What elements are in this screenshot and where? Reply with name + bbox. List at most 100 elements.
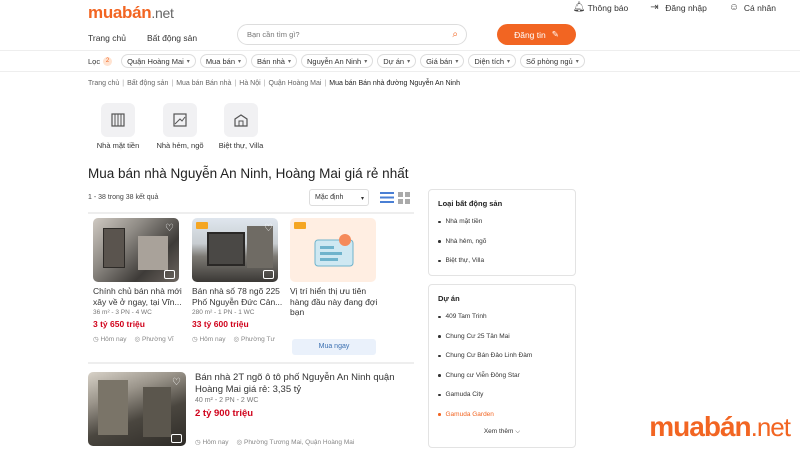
sort-select[interactable]: Mặc định ▾ [309,189,369,206]
listing-title: Chính chủ bán nhà mới xây về ở ngay, tại… [93,286,182,307]
filter-count-badge: 2 [103,56,113,66]
chevron-down-icon: ▾ [238,58,242,65]
clock-icon: ◷ Hôm nay [93,336,127,343]
filter-toggle[interactable]: Lọc 2 [88,54,118,68]
chevron-down-icon: ▾ [407,58,411,65]
sidebar-link[interactable]: 409 Tam Trinh [438,307,575,327]
breadcrumb-item[interactable]: Trang chủ [88,80,119,87]
sidebar-link[interactable]: Chung Cư 25 Tân Mai [438,327,575,347]
listing-card[interactable]: ♡ Bán nhà số 78 ngõ 225 Phố Nguyễn Đức C… [192,218,284,358]
heart-icon[interactable]: ♡ [172,377,181,388]
vip-tag-icon [196,222,208,229]
nav-home[interactable]: Trang chủ [88,33,126,43]
villa-icon [224,103,258,137]
clock-icon: ◷ Hôm nay [192,336,226,343]
chip-street[interactable]: Nguyễn An Ninh ▾ [300,54,374,68]
login-icon: ⇥ [650,2,659,13]
category-label: Nhà mặt tiền [96,141,140,150]
clock-icon: ◷ Hôm nay [195,439,229,446]
search-input[interactable] [247,30,437,39]
chevron-down-icon: ▾ [364,58,368,65]
listing-meta: 280 m² - 1 PN - 1 WC [192,309,255,316]
alley-icon [163,103,197,137]
chevron-down-icon: ▾ [575,58,579,65]
breadcrumb-item[interactable]: Hà Nội [239,80,260,87]
sidebar-link[interactable]: Nhà hẻm, ngõ [438,232,575,252]
show-more-link[interactable]: Xem thêm ⌵ [429,428,575,436]
edit-icon: ✎ [551,29,559,39]
listing-meta: 36 m² - 3 PN - 4 WC [93,309,152,316]
listing-date: Hôm nay [199,336,226,343]
breadcrumb-item[interactable]: Bất động sản [127,80,168,87]
chip-area[interactable]: Diện tích ▾ [468,54,517,68]
chip-price[interactable]: Giá bán ▾ [420,54,465,68]
heart-icon[interactable]: ♡ [264,223,273,234]
site-logo[interactable]: muabán.net [88,3,174,23]
listing-price: 3 tỷ 650 triệu [93,319,145,329]
divider [88,212,414,214]
filter-chips: Lọc 2 Quận Hoàng Mai ▾ Mua bán ▾ Bán nhà ▾ N… [88,54,585,68]
sidebar-link[interactable]: Gamuda City [438,385,575,405]
chip-transaction[interactable]: Mua bán ▾ [199,54,248,68]
login-link[interactable]: ⇥ Đăng nhập [650,2,707,14]
listing-photo: ♡ [93,218,179,282]
category-street-front[interactable]: Nhà mặt tiền [93,103,143,150]
breadcrumb-current: Mua bán Bán nhà đường Nguyễn An Ninh [329,80,460,87]
search-box: ⌕ [237,24,467,45]
pin-icon: ◎ Phường Tương Mai, Quận Hoàng Mai [236,439,355,446]
ad-screen-icon [314,234,354,267]
notifications-link[interactable]: 🔔︎ Thông báo [572,2,629,14]
promo-card: Vị trí hiển thị ưu tiên hàng đầu này đan… [290,218,382,358]
account-link[interactable]: ☺ Cá nhân [728,2,776,14]
sidebar-link-active[interactable]: Gamuda Garden [438,405,575,425]
chip-district[interactable]: Quận Hoàng Mai ▾ [121,54,196,68]
listing-title: Bán nhà số 78 ngõ 225 Phố Nguyễn Đức Cản… [192,286,283,307]
category-alley-house[interactable]: Nhà hẻm, ngõ [155,103,205,150]
pin-icon: ◎ Phường Vĩ [134,336,174,343]
promo-illustration [290,218,376,282]
pin-icon: ◎ Phường Tư [233,336,275,343]
bell-icon: 🔔︎ [572,2,586,13]
listing-title[interactable]: Bán nhà 2T ngõ ô tô phố Nguyễn An Ninh q… [195,372,395,396]
listing-date: Hôm nay [202,439,229,446]
grid-view-icon[interactable] [398,192,410,204]
promo-text: Vị trí hiển thị ưu tiên hàng đầu này đan… [290,286,378,317]
listing-location: Phường Tư [240,336,275,343]
chevron-down-icon: ▾ [360,196,364,202]
buy-now-button[interactable]: Mua ngay [292,339,376,355]
post-ad-button[interactable]: Đăng tin ✎ [497,24,576,45]
sidebar-link[interactable]: Chung cư Viễn Đông Star [438,366,575,386]
logo-suffix: .net [151,5,174,21]
chevron-down-icon: ⌵ [515,428,521,435]
listing-card[interactable]: ♡ Chính chủ bán nhà mới xây về ở ngay, t… [93,218,185,358]
search-icon[interactable]: ⌕ [452,29,458,40]
listing-photo: ♡ [192,218,278,282]
heart-icon[interactable]: ♡ [165,223,174,234]
nav-real-estate[interactable]: Bất động sản [147,33,197,43]
chevron-down-icon: ▾ [287,58,291,65]
category-villa[interactable]: Biệt thự, Villa [216,103,266,150]
chip-type[interactable]: Bán nhà ▾ [251,54,297,68]
panel-heading: Loại bất động sản [438,199,503,208]
list-view-icon[interactable] [380,192,394,203]
listing-location: Phường Vĩ [141,336,174,343]
user-icon: ☺ [728,2,740,13]
breadcrumb-item[interactable]: Quận Hoàng Mai [269,80,322,87]
listing-photo[interactable]: ♡ [88,372,186,446]
sidebar-link[interactable]: Biệt thự, Villa [438,251,575,271]
divider [88,362,414,364]
chip-project[interactable]: Dự án ▾ [377,54,417,68]
listing-price: 2 tỷ 900 triệu [195,408,254,419]
sidebar-link[interactable]: Chung Cư Bán Đảo Linh Đàm [438,346,575,366]
chip-bedrooms[interactable]: Số phòng ngủ ▾ [520,54,585,68]
panel-heading: Dự án [438,294,460,303]
listing-meta: 40 m² - 2 PN - 2 WC [195,397,259,404]
camera-icon [171,434,182,443]
category-label: Biệt thự, Villa [218,141,264,150]
chevron-down-icon: ▾ [507,58,511,65]
sidebar-link[interactable]: Nhà mặt tiền [438,212,575,232]
breadcrumb-item[interactable]: Mua bán Bán nhà [176,80,231,87]
top-links: 🔔︎ Thông báo ⇥ Đăng nhập ☺ Cá nhân [572,2,776,14]
chevron-down-icon: ▾ [455,58,459,65]
storefront-icon [101,103,135,137]
